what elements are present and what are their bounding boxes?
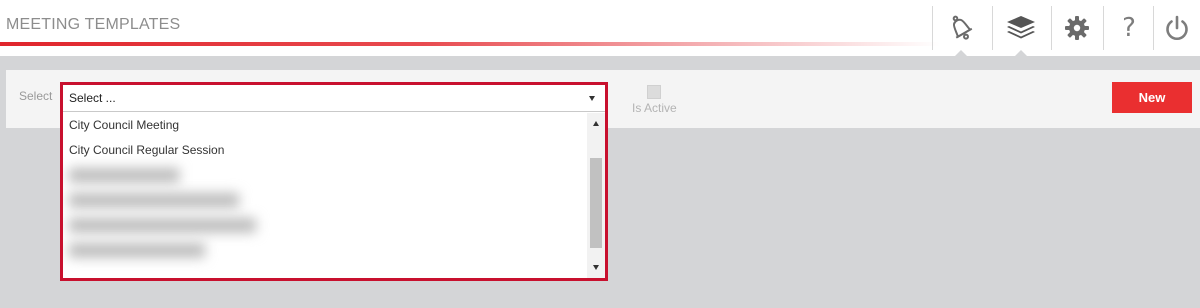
template-select[interactable]: Select ...: [63, 85, 605, 112]
notifications-button[interactable]: [932, 0, 990, 56]
scroll-thumb[interactable]: [590, 158, 602, 248]
page-title: MEETING TEMPLATES: [6, 16, 181, 33]
select-current-value: Select ...: [69, 91, 116, 105]
gear-icon: [1065, 16, 1089, 40]
bell-icon: [952, 15, 973, 40]
template-select-dropdown[interactable]: Select ... City Council Meeting City Cou…: [60, 82, 608, 281]
list-item[interactable]: City Council Regular Session: [63, 138, 587, 163]
list-item[interactable]: ██████████████████████: [63, 213, 587, 238]
new-button[interactable]: New: [1112, 82, 1192, 113]
question-icon: ?: [1122, 13, 1136, 43]
logout-button[interactable]: [1148, 0, 1200, 56]
list-item[interactable]: █████████████: [63, 163, 587, 188]
notifications-caret: [955, 50, 967, 56]
select-label: Select: [19, 89, 53, 103]
is-active-label: Is Active: [632, 101, 677, 115]
layers-caret: [1015, 50, 1027, 56]
layers-icon: [1007, 16, 1035, 39]
settings-button[interactable]: [1048, 0, 1106, 56]
chevron-down-icon[interactable]: [589, 96, 595, 101]
list-item[interactable]: ████████████████: [63, 238, 587, 263]
scroll-up-arrow-icon[interactable]: [593, 121, 599, 126]
list-item[interactable]: City Council Meeting: [63, 113, 587, 138]
app-header: MEETING TEMPLATES ?: [0, 0, 1200, 56]
option-list: City Council Meeting City Council Regula…: [63, 113, 587, 278]
header-toolbar: ?: [930, 0, 1200, 56]
list-item[interactable]: ████████████████████: [63, 188, 587, 213]
scroll-down-arrow-icon[interactable]: [593, 265, 599, 270]
layers-button[interactable]: [992, 0, 1050, 56]
scrollbar[interactable]: [587, 113, 605, 278]
power-icon: [1166, 15, 1188, 40]
title-underline: [0, 42, 940, 46]
is-active-checkbox[interactable]: [647, 85, 661, 99]
